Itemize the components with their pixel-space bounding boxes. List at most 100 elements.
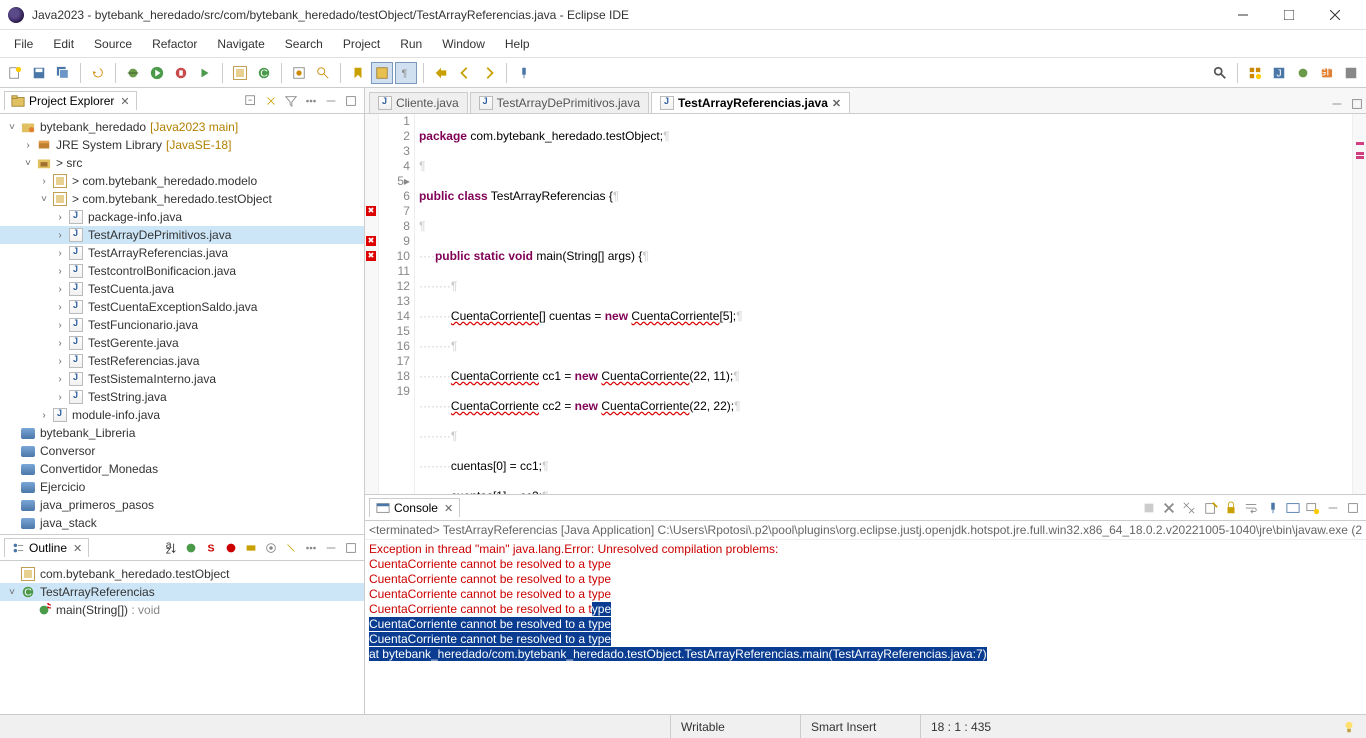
menu-help[interactable]: Help [495,33,540,55]
menu-refactor[interactable]: Refactor [142,33,207,55]
outline-sort-button[interactable]: az [162,539,180,557]
menu-search[interactable]: Search [275,33,333,55]
project-explorer-tree[interactable]: ˅bytebank_heredado[Java2023 main] ›JRE S… [0,114,364,534]
minimize-view-button[interactable] [322,539,340,557]
outline-link-button[interactable] [282,539,300,557]
menu-source[interactable]: Source [84,33,142,55]
resource-perspective-button[interactable] [1340,62,1362,84]
toggle-ws-button[interactable]: ¶ [395,62,417,84]
close-icon[interactable]: ✕ [120,95,129,108]
save-button[interactable] [28,62,50,84]
tree-file[interactable]: ›TestString.java [0,388,364,406]
menu-edit[interactable]: Edit [43,33,84,55]
filter-button[interactable] [282,92,300,110]
maximize-view-button[interactable] [1344,499,1362,517]
run-last-button[interactable] [194,62,216,84]
close-icon[interactable]: ✕ [444,502,453,515]
maximize-view-button[interactable] [342,92,360,110]
forward-button[interactable] [478,62,500,84]
tree-project-closed[interactable]: java_primeros_pasos [0,496,364,514]
tree-project[interactable]: ˅bytebank_heredado[Java2023 main] [0,118,364,136]
outline-class[interactable]: ˅CTestArrayReferencias [0,583,364,601]
coverage-button[interactable] [170,62,192,84]
outline-package[interactable]: com.bytebank_heredado.testObject [0,565,364,583]
word-wrap-button[interactable] [1242,499,1260,517]
minimize-view-button[interactable] [1328,95,1346,113]
search-button-tb[interactable] [312,62,334,84]
project-explorer-tab[interactable]: Project Explorer ✕ [4,91,137,110]
tip-icon[interactable] [1332,715,1366,738]
remove-all-button[interactable] [1180,499,1198,517]
outline-nonpublic-button[interactable] [222,539,240,557]
menu-navigate[interactable]: Navigate [207,33,274,55]
overview-ruler[interactable] [1352,114,1366,494]
debug-button[interactable] [122,62,144,84]
view-menu-button[interactable] [302,92,320,110]
maximize-button[interactable] [1266,0,1312,30]
new-package-button[interactable] [229,62,251,84]
open-console-button[interactable] [1304,499,1322,517]
tree-file[interactable]: ›TestSistemaInterno.java [0,370,364,388]
tree-project-closed[interactable]: Convertidor_Monedas [0,460,364,478]
last-edit-button[interactable] [430,62,452,84]
scroll-lock-button[interactable] [1222,499,1240,517]
outline-local-button[interactable] [242,539,260,557]
git-perspective-button[interactable]: GIT [1316,62,1338,84]
tree-project-closed[interactable]: java_stack [0,514,364,532]
debug-perspective-button[interactable] [1292,62,1314,84]
remove-launch-button[interactable] [1160,499,1178,517]
run-button[interactable] [146,62,168,84]
clear-console-button[interactable] [1202,499,1220,517]
search-icon[interactable] [1209,62,1231,84]
tree-pkg-modelo[interactable]: ›> com.bytebank_heredado.modelo [0,172,364,190]
outline-static-button[interactable]: S [202,539,220,557]
console-output[interactable]: Exception in thread "main" java.lang.Err… [365,540,1366,714]
close-button[interactable] [1312,0,1358,30]
minimize-button[interactable] [1220,0,1266,30]
tree-project-closed[interactable]: bytebank_Libreria [0,424,364,442]
save-all-button[interactable] [52,62,74,84]
tree-file[interactable]: ›TestFuncionario.java [0,316,364,334]
pin-console-button[interactable] [1264,499,1282,517]
tree-file[interactable]: ›TestArrayDePrimitivos.java [0,226,364,244]
link-editor-button[interactable] [262,92,280,110]
close-icon[interactable]: ✕ [73,542,82,555]
minimize-view-button[interactable] [322,92,340,110]
editor-tab[interactable]: Cliente.java [369,92,468,113]
tree-jre[interactable]: ›JRE System Library[JavaSE-18] [0,136,364,154]
code-editor[interactable]: ✖ ✖ ✖ 12345▸678910111213141516171819 pac… [365,114,1366,494]
display-console-button[interactable] [1284,499,1302,517]
collapse-all-button[interactable] [242,92,260,110]
new-class-button[interactable]: C [253,62,275,84]
open-type-button[interactable] [288,62,310,84]
maximize-view-button[interactable] [1348,95,1366,113]
new-button[interactable] [4,62,26,84]
toggle-block-button[interactable] [371,62,393,84]
tree-file[interactable]: ›TestcontrolBonificacion.java [0,262,364,280]
close-icon[interactable]: ✕ [832,97,841,110]
outline-fields-button[interactable] [182,539,200,557]
tree-file[interactable]: ›TestReferencias.java [0,352,364,370]
tree-file[interactable]: ›TestCuenta.java [0,280,364,298]
minimize-view-button[interactable] [1324,499,1342,517]
open-perspective-button[interactable] [1244,62,1266,84]
maximize-view-button[interactable] [342,539,360,557]
tree-module-info[interactable]: ›module-info.java [0,406,364,424]
console-tab[interactable]: Console ✕ [369,498,460,517]
java-perspective-button[interactable]: J [1268,62,1290,84]
view-menu-button[interactable] [302,539,320,557]
editor-tab[interactable]: TestArrayReferencias.java✕ [651,92,850,113]
tree-file[interactable]: ›TestGerente.java [0,334,364,352]
tree-file[interactable]: ›package-info.java [0,208,364,226]
undo-button[interactable] [87,62,109,84]
tree-pkg-test[interactable]: ˅> com.bytebank_heredado.testObject [0,190,364,208]
line-gutter[interactable]: 12345▸678910111213141516171819 [379,114,415,494]
menu-project[interactable]: Project [333,33,390,55]
menu-file[interactable]: File [4,33,43,55]
menu-run[interactable]: Run [390,33,432,55]
outline-method[interactable]: Smain(String[]) : void [0,601,364,619]
tree-project-closed[interactable]: Conversor [0,442,364,460]
back-button[interactable] [454,62,476,84]
tree-file[interactable]: ›TestArrayReferencias.java [0,244,364,262]
terminate-button[interactable] [1140,499,1158,517]
